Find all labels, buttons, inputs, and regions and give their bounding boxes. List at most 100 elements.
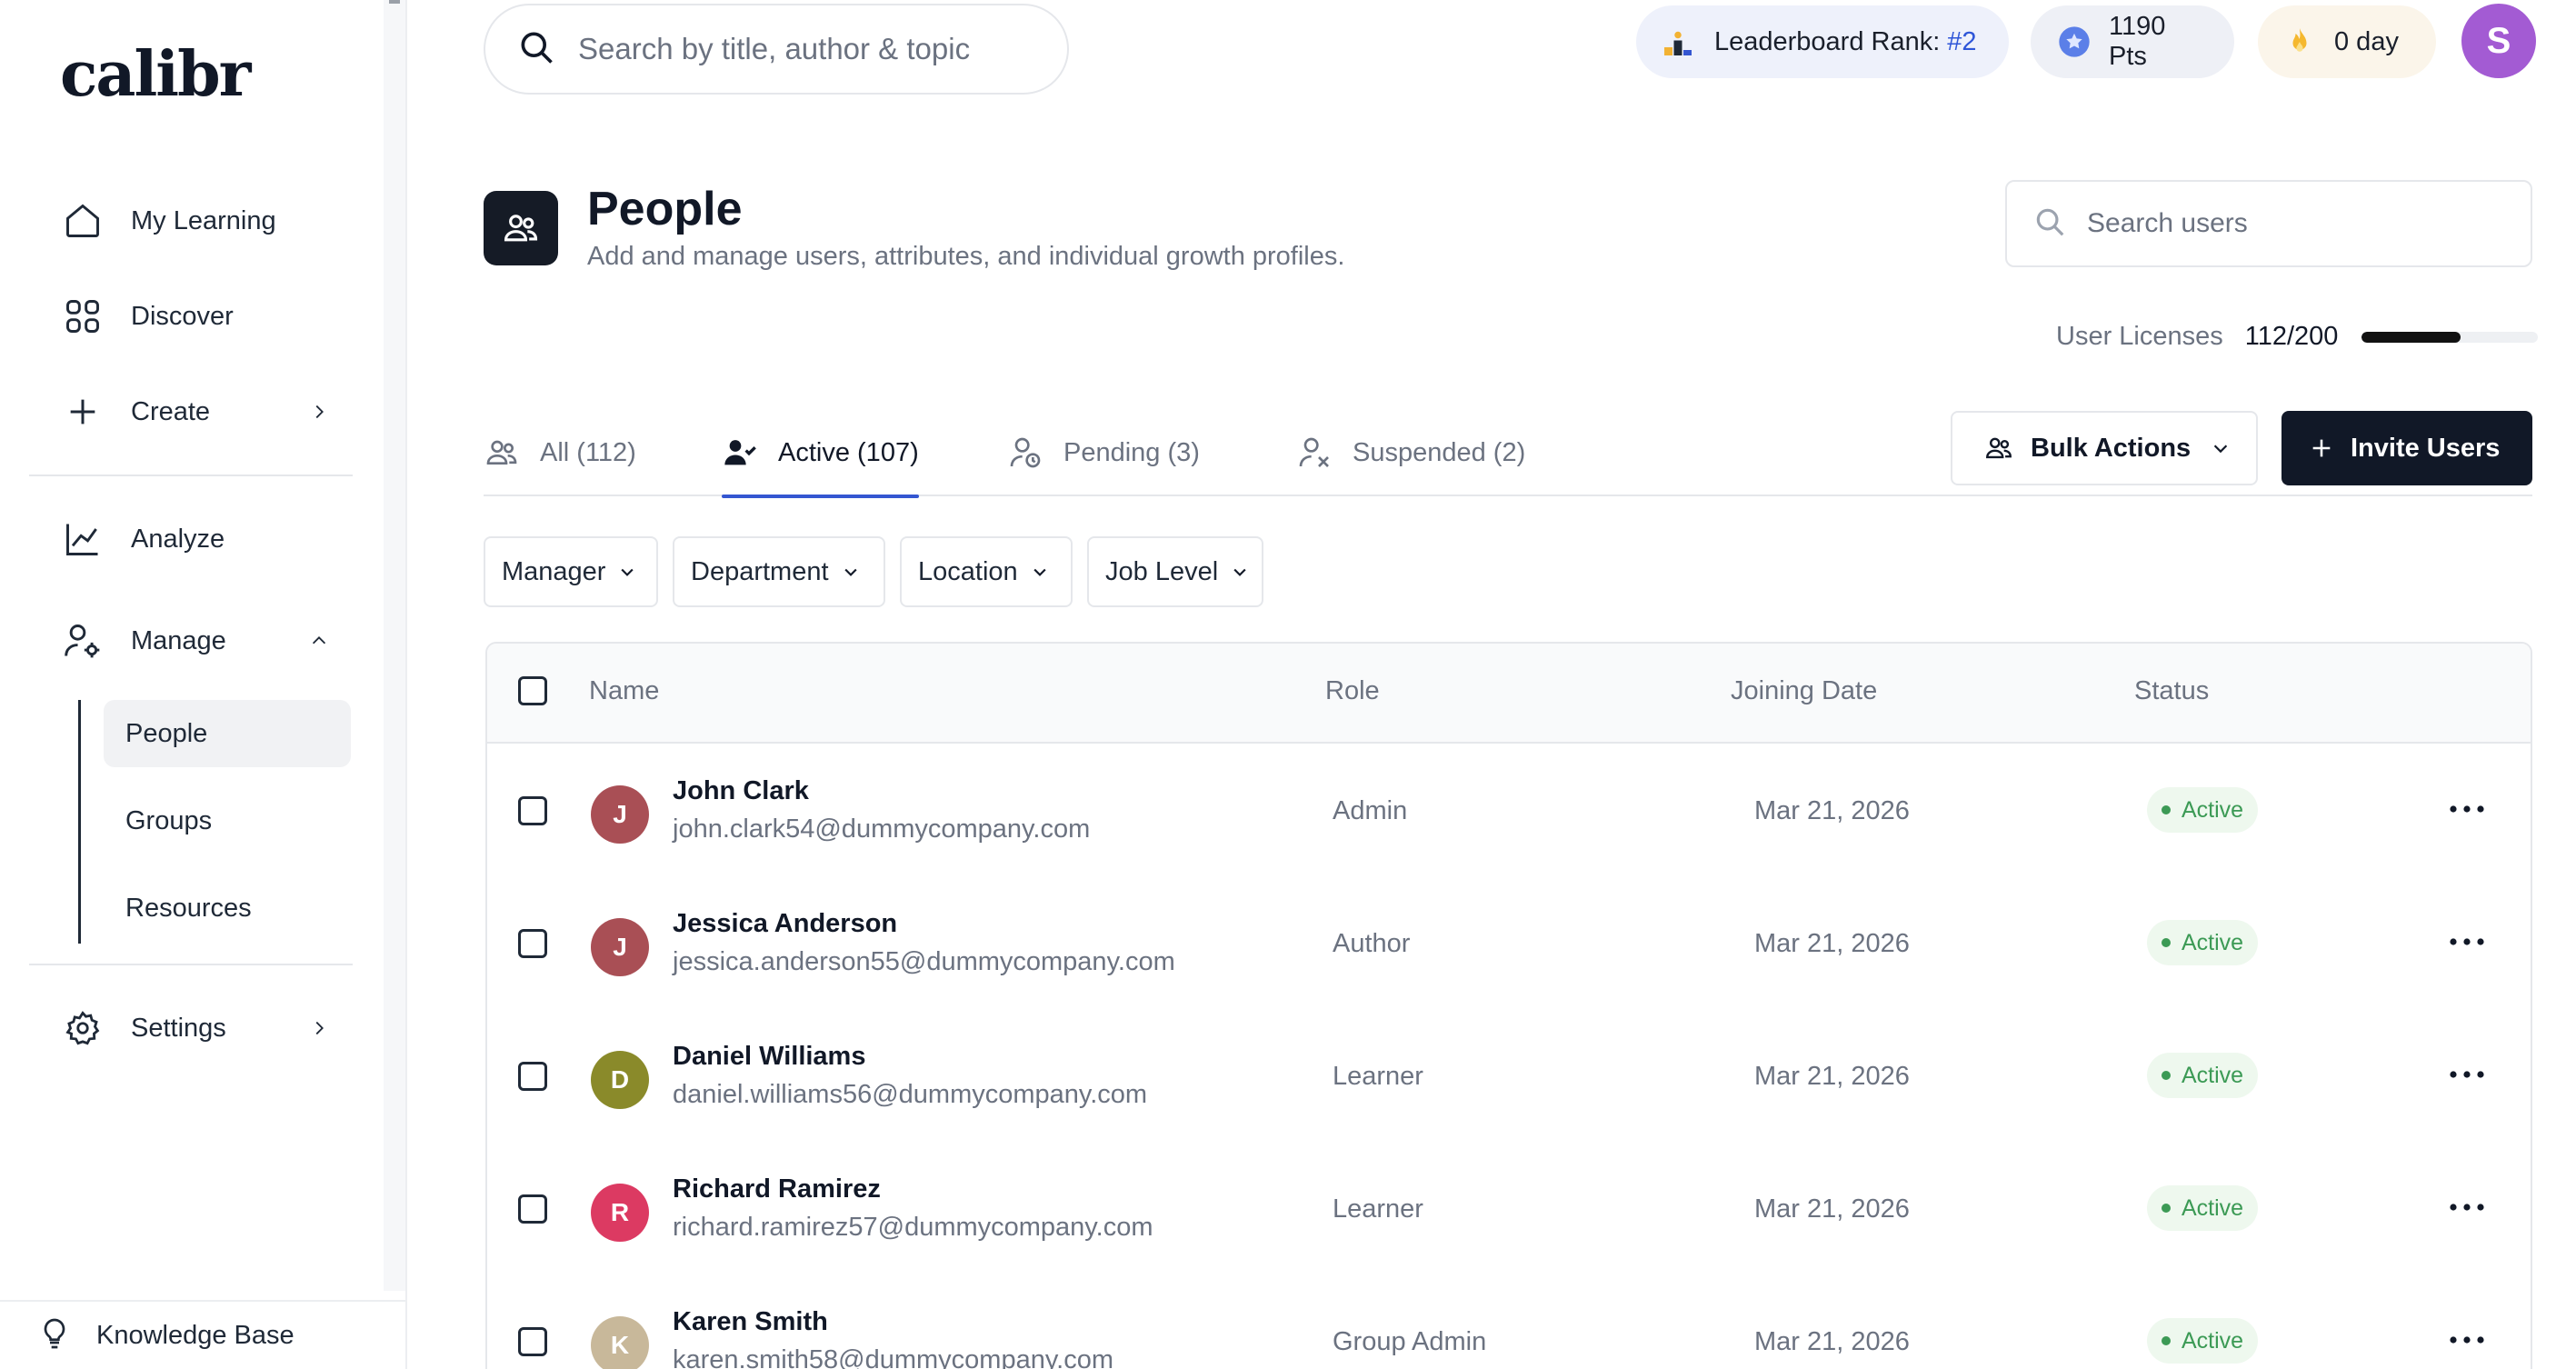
nav-settings[interactable]: Settings xyxy=(60,996,333,1060)
joining-date: Mar 21, 2026 xyxy=(1754,929,1910,958)
users-icon xyxy=(1983,433,2014,464)
status-badge: Active xyxy=(2147,1185,2259,1231)
points-badge[interactable]: 1190 Pts xyxy=(2031,5,2234,78)
plus-icon xyxy=(60,389,105,435)
column-header-status[interactable]: Status xyxy=(2134,676,2209,706)
more-options-icon[interactable] xyxy=(2440,924,2494,960)
invite-users-button[interactable]: Invite Users xyxy=(2281,411,2532,485)
status-label: Active xyxy=(2182,929,2244,955)
user-email: richard.ramirez57@dummycompany.com xyxy=(673,1213,1153,1242)
user-name[interactable]: John Clark xyxy=(673,776,809,806)
row-checkbox[interactable] xyxy=(518,929,547,958)
row-checkbox[interactable] xyxy=(518,1327,547,1356)
avatar: D xyxy=(591,1051,649,1109)
nav-analyze[interactable]: Analyze xyxy=(60,507,333,571)
user-name[interactable]: Richard Ramirez xyxy=(673,1174,881,1204)
user-role: Admin xyxy=(1333,796,1408,825)
scrollbar-thumb[interactable] xyxy=(389,0,400,4)
user-avatar[interactable]: S xyxy=(2461,4,2536,78)
more-options-icon[interactable] xyxy=(2440,1322,2494,1358)
nav-label: Discover xyxy=(131,301,234,331)
streak-badge[interactable]: 0 day xyxy=(2258,5,2436,78)
column-header-role[interactable]: Role xyxy=(1325,676,1380,706)
leaderboard-rank-badge[interactable]: Leaderboard Rank: #2 xyxy=(1636,5,2009,78)
tab-suspended[interactable]: Suspended (2) xyxy=(1296,409,1525,496)
sidebar-item-resources[interactable]: Resources xyxy=(104,874,351,942)
lightbulb-icon xyxy=(36,1315,73,1356)
people-page-icon xyxy=(484,191,558,265)
app-logo[interactable]: calibr xyxy=(60,38,252,111)
tab-active[interactable]: Active (107) xyxy=(722,409,919,498)
license-value: 112/200 xyxy=(2244,322,2339,351)
filter-department[interactable]: Department xyxy=(673,536,885,607)
nav-manage[interactable]: Manage xyxy=(60,609,333,673)
bulk-actions-button[interactable]: Bulk Actions xyxy=(1951,411,2258,485)
status-dot xyxy=(2162,805,2171,814)
status-dot xyxy=(2162,1204,2171,1213)
license-progress-bar xyxy=(2361,331,2539,343)
sidebar-item-groups[interactable]: Groups xyxy=(104,787,351,854)
tab-all[interactable]: All (112) xyxy=(484,409,636,496)
filter-manager[interactable]: Manager xyxy=(484,536,658,607)
table-row[interactable]: R Richard Ramirez richard.ramirez57@dumm… xyxy=(487,1144,2531,1276)
table-row[interactable]: D Daniel Williams daniel.williams56@dumm… xyxy=(487,1011,2531,1144)
table-row[interactable]: J Jessica Anderson jessica.anderson55@du… xyxy=(487,878,2531,1011)
chevron-right-icon[interactable] xyxy=(305,1014,333,1042)
status-dot xyxy=(2162,1071,2171,1080)
status-badge: Active xyxy=(2147,1053,2259,1098)
row-checkbox[interactable] xyxy=(518,1194,547,1224)
status-dot xyxy=(2162,938,2171,947)
nav-create[interactable]: Create xyxy=(60,380,333,444)
more-options-icon[interactable] xyxy=(2440,1189,2494,1225)
user-name[interactable]: Karen Smith xyxy=(673,1307,828,1337)
row-checkbox[interactable] xyxy=(518,796,547,825)
nav-discover[interactable]: Discover xyxy=(60,285,333,348)
filter-location[interactable]: Location xyxy=(900,536,1073,607)
nav-label: Create xyxy=(131,396,211,426)
joining-date: Mar 21, 2026 xyxy=(1754,1062,1910,1091)
user-role: Learner xyxy=(1333,1062,1423,1091)
tab-label: Suspended (2) xyxy=(1353,437,1526,467)
tab-pending[interactable]: Pending (3) xyxy=(1007,409,1200,496)
points-value: 1190 Pts xyxy=(2109,12,2166,71)
invite-users-label: Invite Users xyxy=(2351,433,2501,463)
tab-label: Active (107) xyxy=(778,437,919,467)
chevron-up-icon[interactable] xyxy=(305,627,333,655)
flame-icon xyxy=(2283,24,2316,60)
user-name[interactable]: Jessica Anderson xyxy=(673,909,897,939)
grid-icon xyxy=(60,294,105,339)
user-x-icon xyxy=(1296,435,1333,471)
row-checkbox[interactable] xyxy=(518,1062,547,1091)
streak-value: 0 day xyxy=(2334,26,2399,56)
more-options-icon[interactable] xyxy=(2440,791,2494,827)
avatar: R xyxy=(591,1184,649,1242)
column-header-joining-date[interactable]: Joining Date xyxy=(1731,676,1877,706)
sidebar-scrollbar[interactable] xyxy=(384,0,405,1291)
users-icon xyxy=(484,435,520,471)
knowledge-base-link[interactable]: Knowledge Base xyxy=(0,1300,407,1369)
user-gear-icon xyxy=(60,618,105,664)
avatar: K xyxy=(591,1316,649,1369)
search-users-placeholder: Search users xyxy=(2087,208,2248,238)
tab-label: Pending (3) xyxy=(1063,437,1200,467)
avatar: J xyxy=(591,918,649,976)
filter-job-level[interactable]: Job Level xyxy=(1087,536,1263,607)
table-row[interactable]: K Karen Smith karen.smith58@dummycompany… xyxy=(487,1276,2531,1369)
select-all-checkbox[interactable] xyxy=(518,676,547,705)
table-row[interactable]: J John Clark john.clark54@dummycompany.c… xyxy=(487,745,2531,878)
chart-line-icon xyxy=(60,516,105,562)
license-label: User Licenses xyxy=(2056,322,2223,351)
column-header-name[interactable]: Name xyxy=(589,676,659,706)
global-search-input[interactable]: Search by title, author & topic xyxy=(484,4,1069,95)
chevron-down-icon xyxy=(2211,438,2231,458)
user-role: Author xyxy=(1333,929,1411,958)
tab-label: All (112) xyxy=(540,437,636,467)
chevron-right-icon[interactable] xyxy=(305,398,333,425)
more-options-icon[interactable] xyxy=(2440,1056,2494,1093)
sidebar-item-people[interactable]: People xyxy=(104,700,351,767)
user-name[interactable]: Daniel Williams xyxy=(673,1042,865,1072)
home-icon xyxy=(60,198,105,244)
nav-my-learning[interactable]: My Learning xyxy=(60,189,333,253)
search-users-input[interactable]: Search users xyxy=(2005,180,2532,267)
status-badge: Active xyxy=(2147,1318,2259,1364)
